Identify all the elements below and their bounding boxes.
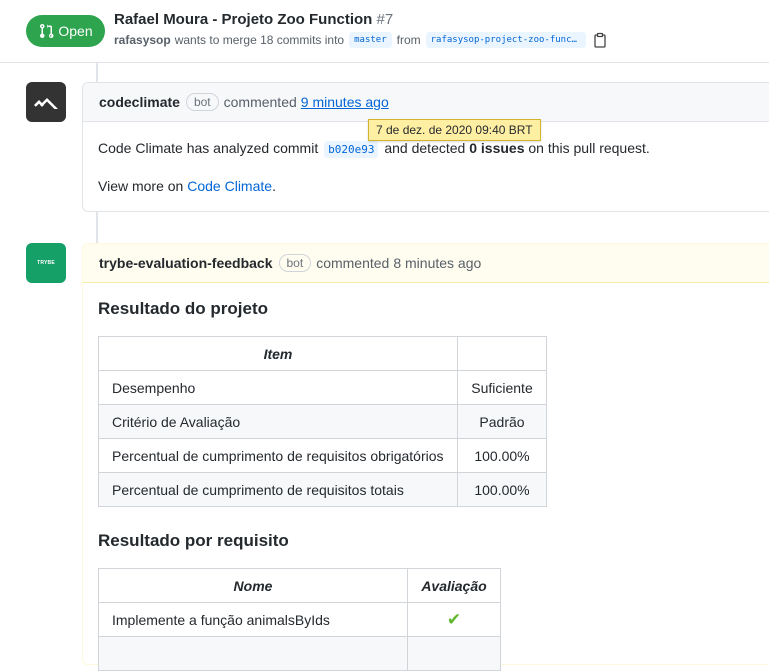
table-header-item: Item	[98, 336, 458, 371]
pr-from-text: from	[396, 33, 421, 47]
table-cell: Padrão	[457, 404, 547, 439]
table-row: Desempenho Suficiente	[98, 370, 547, 405]
table-header-row: Nome Avaliação	[98, 568, 501, 603]
table-cell: Desempenho	[98, 370, 458, 405]
comment-header: codeclimate bot commented 9 minutes ago	[83, 83, 769, 122]
table-header-row: Item	[98, 336, 547, 371]
bot-badge: bot	[278, 254, 312, 272]
trybe-avatar-text: TRYBE	[37, 260, 55, 266]
pr-number: #7	[376, 11, 394, 28]
analysis-text-post: on this pull request.	[528, 140, 650, 156]
analysis-text-mid: and detected	[384, 140, 466, 156]
analysis-paragraph: Code Climate has analyzed commit b020e93…	[98, 138, 768, 160]
table-header-evaluation: Avaliação	[407, 568, 501, 603]
table-row	[98, 636, 501, 671]
pr-title: Rafael Moura - Projeto Zoo Function #7	[114, 11, 393, 28]
table-cell: Percentual de cumprimento de requisitos …	[98, 472, 458, 507]
view-more-paragraph: View more on Code Climate.	[98, 176, 768, 197]
project-result-heading: Resultado do projeto	[98, 299, 268, 318]
check-icon: ✔	[446, 609, 462, 629]
codeclimate-logo-icon	[34, 98, 58, 109]
trybe-avatar[interactable]: TRYBE	[26, 243, 66, 283]
table-cell: Critério de Avaliação	[98, 404, 458, 439]
analysis-text-pre: Code Climate has analyzed commit	[98, 140, 319, 156]
pr-merge-text: wants to merge 18 commits into	[174, 33, 345, 47]
commit-sha-link[interactable]: b020e93	[324, 141, 379, 158]
comment-author[interactable]: codeclimate	[99, 94, 180, 110]
table-row: Implemente a função animalsByIds ✔	[98, 602, 501, 637]
table-cell	[407, 636, 501, 671]
codeclimate-avatar[interactable]	[26, 82, 66, 122]
pr-meta: rafasysop wants to merge 18 commits into…	[114, 32, 607, 48]
table-row: Percentual de cumprimento de requisitos …	[98, 438, 547, 473]
view-more-suffix: .	[272, 178, 276, 194]
table-row: Critério de Avaliação Padrão	[98, 404, 547, 439]
comment-header: trybe-evaluation-feedback bot commented …	[83, 244, 769, 283]
issues-count: 0 issues	[469, 140, 525, 156]
clipboard-icon[interactable]	[593, 32, 607, 48]
view-more-text: View more on	[98, 178, 184, 194]
table-cell: Suficiente	[457, 370, 547, 405]
base-branch[interactable]: master	[349, 32, 392, 48]
code-climate-link[interactable]: Code Climate	[187, 178, 272, 194]
project-result-table: Item Desempenho Suficiente Critério de A…	[98, 336, 547, 507]
comment-timestamp-link[interactable]: 8 minutes ago	[393, 255, 481, 271]
comment-trybe-evaluation: trybe-evaluation-feedback bot commented …	[82, 243, 769, 671]
table-row: Percentual de cumprimento de requisitos …	[98, 472, 547, 507]
table-cell: Percentual de cumprimento de requisitos …	[98, 438, 458, 473]
table-cell: ✔	[407, 602, 501, 637]
comment-author[interactable]: trybe-evaluation-feedback	[99, 255, 273, 271]
table-cell: 100.00%	[457, 472, 547, 507]
timestamp-tooltip: 7 de dez. de 2020 09:40 BRT	[368, 119, 541, 141]
comment-action: commented	[223, 94, 297, 110]
comment-timestamp-link[interactable]: 9 minutes ago	[301, 94, 389, 110]
table-cell: 100.00%	[457, 438, 547, 473]
requirement-result-heading: Resultado por requisito	[98, 531, 289, 550]
table-cell	[98, 636, 408, 671]
pr-status-label: Open	[58, 23, 93, 39]
table-cell: Implemente a função animalsByIds	[98, 602, 408, 637]
pr-title-text: Rafael Moura - Projeto Zoo Function	[114, 11, 373, 28]
bot-badge: bot	[185, 93, 219, 111]
comment-codeclimate: codeclimate bot commented 9 minutes ago …	[82, 82, 769, 212]
pr-status-badge: Open	[26, 15, 105, 47]
head-branch[interactable]: rafasysop-project-zoo-function	[425, 32, 586, 48]
git-pull-request-icon	[40, 24, 54, 38]
pr-author-link[interactable]: rafasysop	[114, 33, 171, 47]
comment-action: commented	[316, 255, 390, 271]
table-header-name: Nome	[98, 568, 408, 603]
pr-header: Open Rafael Moura - Projeto Zoo Function…	[0, 0, 769, 63]
table-header-value	[457, 336, 547, 371]
requirement-result-table: Nome Avaliação Implemente a função anima…	[98, 568, 501, 671]
